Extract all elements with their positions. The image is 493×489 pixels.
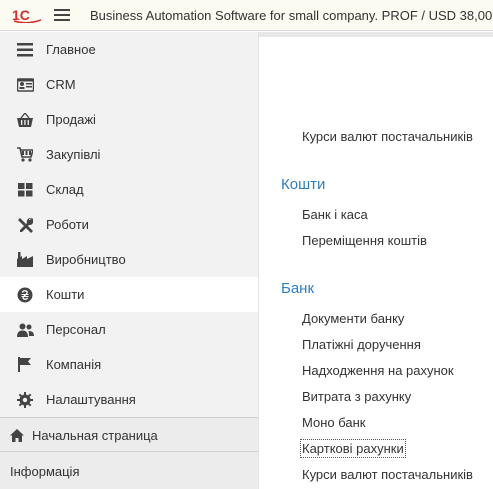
grid-icon [16,181,34,199]
sidebar-item-label: Персонал [46,322,106,337]
link-funds-transfer[interactable]: Переміщення коштів [302,233,427,248]
people-icon [16,321,34,339]
sidebar-item-warehouse[interactable]: Склад [0,172,258,207]
list-icon [16,41,34,59]
link-card-accounts[interactable]: Карткові рахунки [300,439,406,458]
content-panel: Курси валют постачальників Кошти Банк і … [258,32,493,489]
sidebar-item-funds[interactable]: Кошти [0,277,258,312]
link-account-expenses[interactable]: Витрата з рахунку [302,389,411,404]
cart-icon [16,146,34,164]
sidebar-item-production[interactable]: Виробництво [0,242,258,277]
sidebar-item-crm[interactable]: CRM [0,67,258,102]
sidebar-item-sales[interactable]: Продажі [0,102,258,137]
sidebar-item-label: Закупівлі [46,147,101,162]
information-button[interactable]: Інформація [0,451,258,489]
menu-hamburger-icon[interactable] [54,9,70,23]
divider [259,32,493,37]
sidebar-item-label: Налаштування [46,392,136,407]
factory-icon [16,251,34,269]
sidebar-item-main[interactable]: Главное [0,32,258,67]
home-page-label: Начальная страница [32,428,158,443]
link-bank-and-cash[interactable]: Банк і каса [302,207,368,222]
sidebar-item-purchases[interactable]: Закупівлі [0,137,258,172]
link-supplier-exchange-rates[interactable]: Курси валют постачальників [302,129,473,144]
sidebar-item-company[interactable]: Компанія [0,347,258,382]
information-label: Інформація [10,464,80,479]
gear-icon [16,391,34,409]
link-payment-orders[interactable]: Платіжні доручення [302,337,421,352]
sidebar-item-label: Кошти [46,287,85,302]
home-page-button[interactable]: Начальная страница [0,417,258,451]
link-supplier-exchange-rates-2[interactable]: Курси валют постачальників [302,467,473,482]
link-mono-bank[interactable]: Моно банк [302,415,365,430]
sidebar-item-label: Виробництво [46,252,126,267]
sidebar-item-label: Главное [46,42,96,57]
sidebar-item-label: Роботи [46,217,89,232]
basket-icon [16,111,34,129]
sidebar-item-label: Компанія [46,357,102,372]
sidebar: Главное CRM Продажі Закупівлі Склад Робо… [0,32,258,489]
section-title-funds: Кошти [281,176,326,193]
sidebar-item-label: Склад [46,182,84,197]
sidebar-item-label: Продажі [46,112,96,127]
sidebar-item-settings[interactable]: Налаштування [0,382,258,417]
sidebar-item-personnel[interactable]: Персонал [0,312,258,347]
flag-icon [16,356,34,374]
hryvnia-coin-icon [16,286,34,304]
1c-logo-icon: 1С [12,7,42,23]
contact-card-icon [16,76,34,94]
title-bar: 1С Business Automation Software for smal… [0,0,493,31]
link-bank-documents[interactable]: Документи банку [302,311,404,326]
window-title: Business Automation Software for small c… [90,8,493,23]
link-account-receipts[interactable]: Надходження на рахунок [302,363,454,378]
tools-icon [16,216,34,234]
section-title-bank: Банк [281,280,315,297]
sidebar-item-works[interactable]: Роботи [0,207,258,242]
home-icon [10,429,24,445]
sidebar-item-label: CRM [46,77,76,92]
